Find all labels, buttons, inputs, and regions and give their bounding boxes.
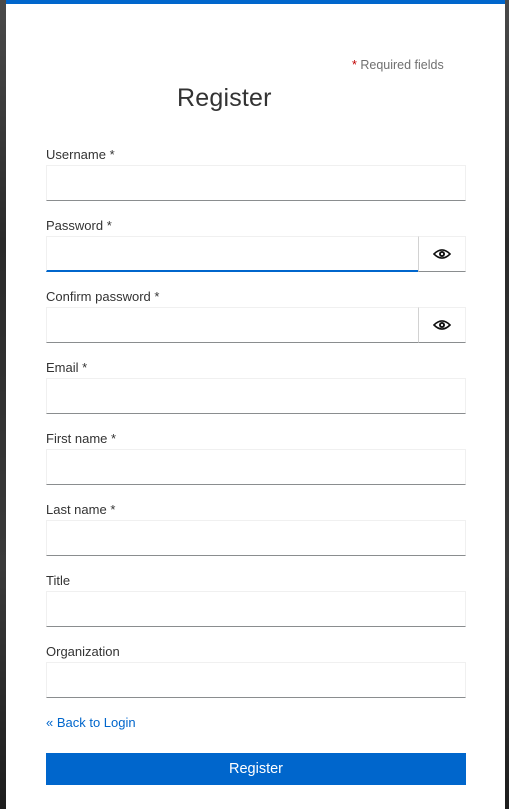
organization-field[interactable] [46,662,466,698]
title-label: Title [46,573,71,588]
confirm-password-field[interactable] [46,307,419,343]
email-label: Email * [46,360,88,375]
last-name-field[interactable] [46,520,466,556]
username-field[interactable] [46,165,466,201]
back-to-login-link[interactable]: « Back to Login [46,715,136,730]
show-confirm-password-button[interactable] [418,307,466,343]
show-password-button[interactable] [418,236,466,272]
title-field[interactable] [46,591,466,627]
required-fields-note: * Required fields [352,58,444,72]
required-fields-text: Required fields [356,58,444,72]
organization-label: Organization [46,644,120,659]
confirm-password-label: Confirm password * [46,289,160,304]
username-label: Username * [46,147,115,162]
register-button[interactable]: Register [46,753,466,785]
email-field[interactable] [46,378,466,414]
eye-icon [433,249,451,259]
password-label: Password * [46,218,112,233]
first-name-field[interactable] [46,449,466,485]
last-name-label: Last name * [46,502,116,517]
first-name-label: First name * [46,431,117,446]
register-card: * Required fields Register Username * Pa… [6,0,505,809]
eye-icon [433,320,451,330]
password-field[interactable] [46,236,419,272]
page-title: Register [177,84,272,112]
